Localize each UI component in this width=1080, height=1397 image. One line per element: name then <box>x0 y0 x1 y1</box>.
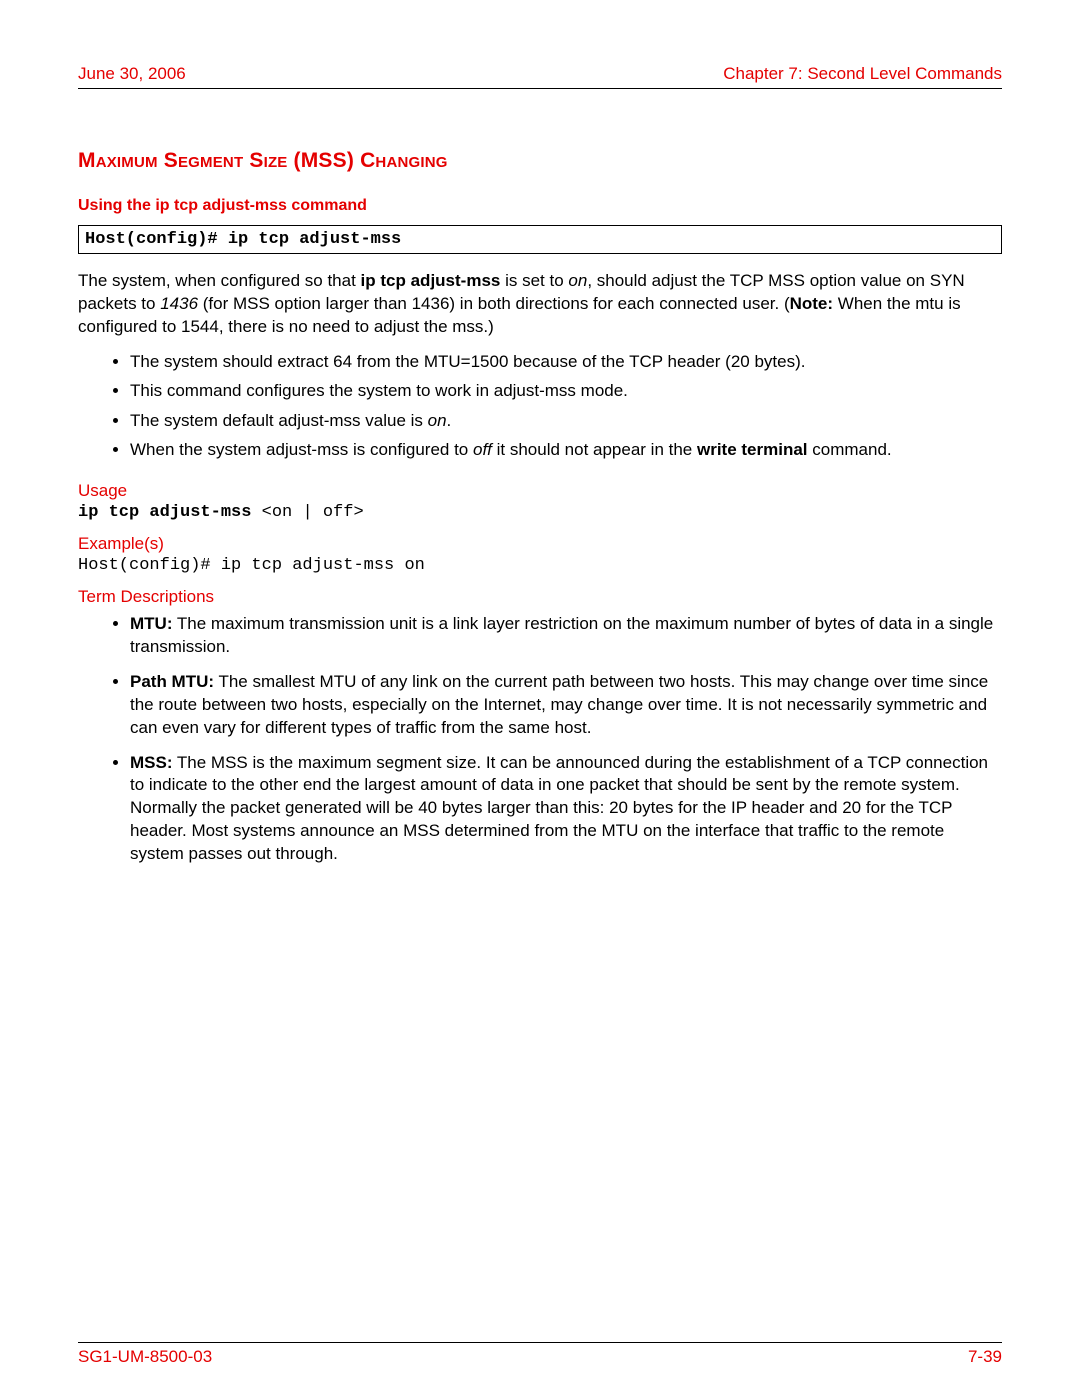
term-descriptions-label: Term Descriptions <box>78 587 1002 607</box>
page-footer: SG1-UM-8500-03 7-39 <box>78 1342 1002 1367</box>
text-italic: on <box>568 271 587 290</box>
term-name: Path MTU: <box>130 672 214 691</box>
text-fragment: (for MSS option larger than 1436) in bot… <box>198 294 790 313</box>
list-item: MSS: The MSS is the maximum segment size… <box>130 752 1002 867</box>
list-item: MTU: The maximum transmission unit is a … <box>130 613 1002 659</box>
usage-command: ip tcp adjust-mss <on | off> <box>78 503 1002 522</box>
page-header: June 30, 2006 Chapter 7: Second Level Co… <box>78 64 1002 89</box>
term-name: MTU: <box>130 614 172 633</box>
list-item: The system should extract 64 from the MT… <box>130 349 1002 375</box>
text-fragment: it should not appear in the <box>492 440 697 459</box>
header-date: June 30, 2006 <box>78 64 186 84</box>
text-bold: Note: <box>790 294 833 313</box>
section-title: Maximum Segment Size (MSS) Changing <box>78 149 1002 173</box>
text-bold: ip tcp adjust-mss <box>361 271 501 290</box>
list-item: When the system adjust-mss is configured… <box>130 437 1002 463</box>
term-list: MTU: The maximum transmission unit is a … <box>78 613 1002 866</box>
term-body: The MSS is the maximum segment size. It … <box>130 753 988 864</box>
examples-label: Example(s) <box>78 534 1002 554</box>
subsection-title: Using the ip tcp adjust-mss command <box>78 197 1002 215</box>
usage-label: Usage <box>78 481 1002 501</box>
text-bold: write terminal <box>697 440 808 459</box>
term-body: The maximum transmission unit is a link … <box>130 614 993 656</box>
term-name: MSS: <box>130 753 173 772</box>
footer-docid: SG1-UM-8500-03 <box>78 1347 212 1367</box>
text-italic: on <box>428 411 447 430</box>
bullet-list: The system should extract 64 from the MT… <box>78 349 1002 463</box>
list-item: Path MTU: The smallest MTU of any link o… <box>130 671 1002 740</box>
header-chapter: Chapter 7: Second Level Commands <box>723 64 1002 84</box>
list-item: The system default adjust-mss value is o… <box>130 408 1002 434</box>
footer-pagenum: 7-39 <box>968 1347 1002 1367</box>
text-fragment: command. <box>808 440 892 459</box>
text-fragment: The system default adjust-mss value is <box>130 411 428 430</box>
document-page: June 30, 2006 Chapter 7: Second Level Co… <box>0 0 1080 1397</box>
term-body: The smallest MTU of any link on the curr… <box>130 672 988 737</box>
text-fragment: When the system adjust-mss is configured… <box>130 440 473 459</box>
text-fragment: is set to <box>500 271 568 290</box>
text-italic: off <box>473 440 492 459</box>
intro-paragraph: The system, when configured so that ip t… <box>78 270 1002 339</box>
command-box: Host(config)# ip tcp adjust-mss <box>78 225 1002 254</box>
example-command: Host(config)# ip tcp adjust-mss on <box>78 556 1002 575</box>
text-fragment: The system, when configured so that <box>78 271 361 290</box>
text-bold: ip tcp adjust-mss <box>78 503 262 522</box>
text-fragment: . <box>447 411 452 430</box>
text-fragment: <on | off> <box>262 503 364 522</box>
list-item: This command configures the system to wo… <box>130 378 1002 404</box>
text-italic: 1436 <box>160 294 198 313</box>
